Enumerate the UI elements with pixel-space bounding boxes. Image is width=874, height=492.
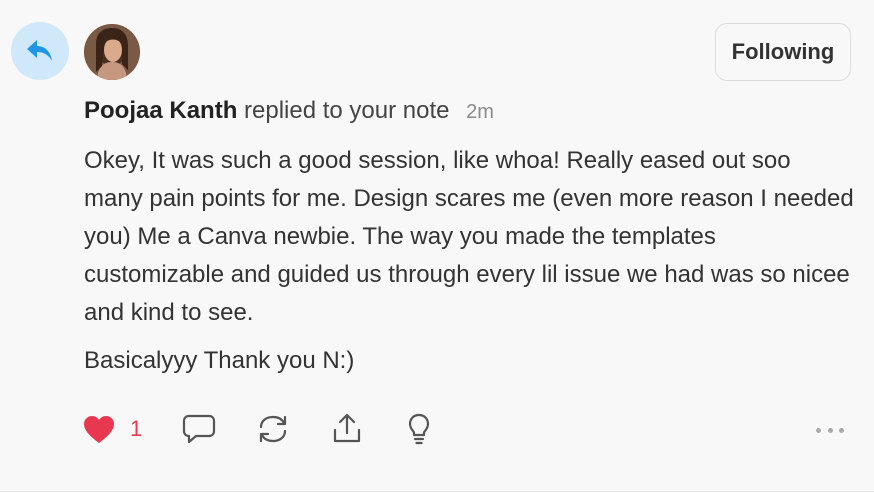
insight-button[interactable] — [404, 412, 434, 446]
more-dot — [839, 427, 844, 433]
heart-icon — [84, 416, 114, 443]
more-dot — [827, 427, 833, 433]
more-icon[interactable] — [816, 418, 844, 442]
note-body: Okey, It was such a good session, like w… — [84, 142, 854, 380]
avatar[interactable] — [84, 24, 140, 80]
lightbulb-icon — [409, 413, 430, 445]
following-button[interactable]: Following — [715, 23, 851, 81]
notification-card: Following Poojaa Kanth replied to your n… — [0, 0, 874, 492]
reply-arrow-icon — [27, 40, 52, 61]
comment-button[interactable] — [182, 413, 216, 445]
reply-badge[interactable] — [11, 22, 69, 80]
note-paragraph: Okey, It was such a good session, like w… — [84, 147, 854, 326]
restack-icon — [260, 415, 287, 443]
note-paragraph: Basicalyyy Thank you N:) — [84, 347, 355, 374]
share-icon — [334, 413, 361, 443]
author-name[interactable]: Poojaa Kanth — [84, 97, 237, 124]
action-text: replied to your note — [244, 97, 450, 124]
comment-icon — [183, 414, 216, 444]
share-button[interactable] — [330, 413, 364, 445]
like-button[interactable]: 1 — [82, 414, 142, 444]
following-button-label: Following — [731, 39, 835, 64]
like-count: 1 — [130, 416, 143, 441]
note-header: Poojaa Kanth replied to your note 2m — [84, 97, 494, 125]
timestamp: 2m — [466, 101, 494, 123]
restack-button[interactable] — [256, 413, 290, 445]
action-bar: 1 — [82, 412, 474, 446]
avatar-image — [84, 24, 140, 80]
more-dot — [816, 427, 821, 433]
